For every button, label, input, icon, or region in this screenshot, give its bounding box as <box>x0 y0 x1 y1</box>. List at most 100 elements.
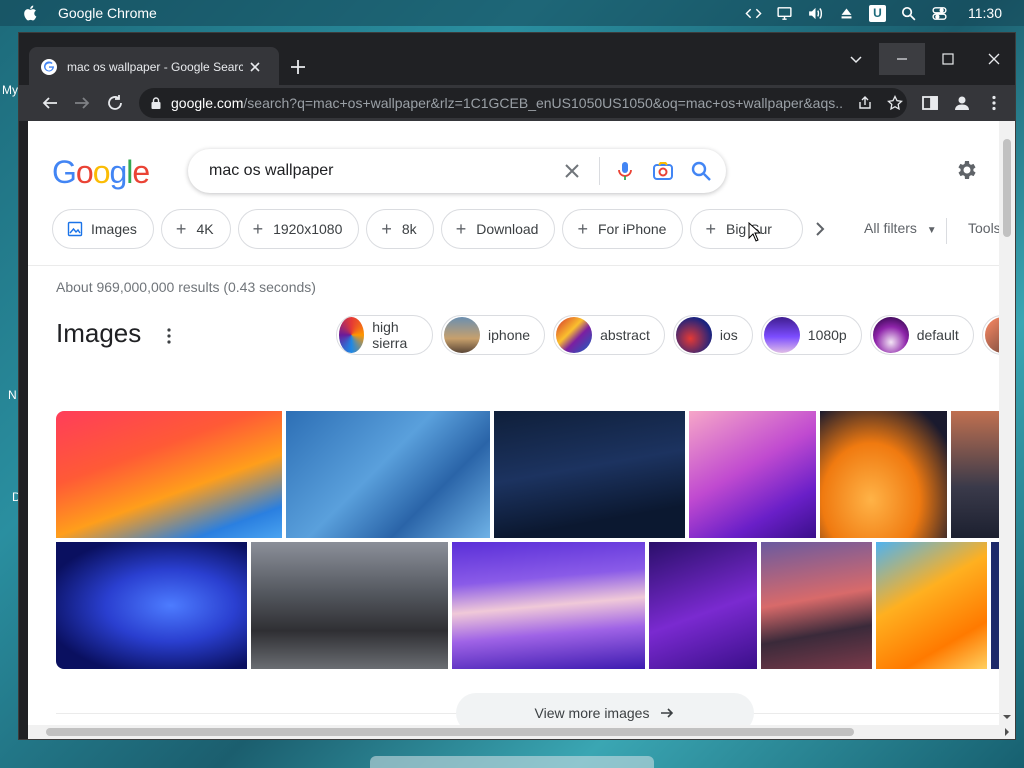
chip-1920x1080[interactable]: +1920x1080 <box>237 209 360 249</box>
related-thumbnail <box>556 317 593 353</box>
scrollbar-thumb[interactable] <box>46 728 854 736</box>
back-button[interactable] <box>39 92 61 114</box>
related-chip-default[interactable]: default <box>869 315 974 355</box>
related-thumbnail <box>339 317 365 353</box>
image-result[interactable] <box>876 542 987 669</box>
chip-for-iphone[interactable]: + For iPhone <box>562 209 684 249</box>
active-app-name[interactable]: Google Chrome <box>58 5 157 21</box>
filters-separator <box>946 218 947 244</box>
display-icon[interactable] <box>776 5 793 22</box>
chip-label: Images <box>91 221 137 237</box>
image-result[interactable] <box>951 411 999 538</box>
all-filters-button[interactable]: All filters ▼ <box>864 220 937 236</box>
volume-icon[interactable] <box>807 5 824 22</box>
new-tab-icon[interactable] <box>289 58 307 76</box>
related-searches: high sierra iphone abstract ios 1080p de… <box>336 315 999 355</box>
image-result[interactable] <box>649 542 757 669</box>
view-more-images-button[interactable]: View more images <box>456 693 754 725</box>
more-vertical-icon <box>992 95 996 111</box>
chip-label: For iPhone <box>597 221 667 237</box>
chip-images[interactable]: Images <box>52 209 154 249</box>
dock[interactable] <box>370 756 654 768</box>
vertical-scrollbar[interactable] <box>999 121 1015 725</box>
image-result[interactable] <box>761 542 872 669</box>
page-content: Google mac os wallpaper Images +4K +1920… <box>28 121 999 725</box>
filter-chips: Images +4K +1920x1080 +8k + Download + For… <box>52 209 803 249</box>
forward-button[interactable] <box>71 92 93 114</box>
scrollbar-thumb[interactable] <box>1003 139 1011 237</box>
image-result[interactable] <box>689 411 816 538</box>
chip-download[interactable]: + Download <box>440 209 556 249</box>
image-result[interactable] <box>286 411 490 538</box>
logo-letter-g: G <box>52 154 77 190</box>
clear-search-icon[interactable] <box>561 160 583 182</box>
minimize-button[interactable] <box>879 43 925 75</box>
chip-4k[interactable]: +4K <box>160 209 231 249</box>
share-icon[interactable] <box>857 95 873 111</box>
close-window-button[interactable] <box>971 43 1015 75</box>
tab-search-button[interactable] <box>833 43 879 75</box>
related-chip-abstract[interactable]: abstract <box>553 315 665 355</box>
related-chip-iphone[interactable]: iphone <box>441 315 546 355</box>
related-label: abstract <box>600 327 650 343</box>
profile-button[interactable] <box>951 92 973 114</box>
image-result[interactable] <box>452 542 645 669</box>
scroll-down-arrow-icon[interactable] <box>1003 715 1011 723</box>
bookmark-star-icon[interactable] <box>887 95 903 111</box>
maximize-button[interactable] <box>925 43 971 75</box>
google-logo[interactable]: Google <box>52 154 150 191</box>
plus-icon: + <box>381 218 392 239</box>
reload-button[interactable] <box>104 92 126 114</box>
image-result[interactable] <box>991 542 999 669</box>
voice-search-icon[interactable] <box>614 160 636 182</box>
close-icon <box>988 53 1000 65</box>
tab-title: mac os wallpaper - Google Search <box>67 60 243 74</box>
related-chip-1080p[interactable]: 1080p <box>760 315 862 355</box>
address-bar[interactable]: google.com/search?q=mac+os+wallpaper&rlz… <box>139 88 907 118</box>
chip-8k[interactable]: +8k <box>366 209 434 249</box>
menubar-clock[interactable]: 11:30 <box>968 5 1002 21</box>
related-label: ios <box>719 327 738 343</box>
related-chip-ios[interactable]: ios <box>672 315 753 355</box>
scroll-right-arrow-icon[interactable] <box>1005 728 1013 736</box>
chip-label: Download <box>476 221 539 237</box>
image-result[interactable] <box>56 542 247 669</box>
side-panel-icon <box>922 96 938 110</box>
image-result[interactable] <box>56 411 282 538</box>
search-query[interactable]: mac os wallpaper <box>209 162 549 180</box>
maximize-icon <box>942 53 954 65</box>
image-result[interactable] <box>820 411 947 538</box>
apple-icon[interactable] <box>22 4 40 22</box>
related-label: iphone <box>488 327 531 343</box>
code-icon[interactable] <box>745 5 762 22</box>
tools-button[interactable]: Tools <box>968 220 999 236</box>
eject-icon[interactable] <box>838 5 855 22</box>
lock-icon[interactable] <box>149 96 163 110</box>
chrome-menu-button[interactable] <box>983 92 1005 114</box>
related-thumbnail <box>675 317 712 353</box>
control-center-icon[interactable] <box>931 5 948 22</box>
related-chip-partial[interactable] <box>981 315 999 355</box>
search-input[interactable]: mac os wallpaper <box>188 149 726 193</box>
plus-icon: + <box>455 218 467 239</box>
related-chip-high-sierra[interactable]: high sierra <box>336 315 434 355</box>
horizontal-scrollbar[interactable] <box>28 725 1015 739</box>
url-text[interactable]: google.com/search?q=mac+os+wallpaper&rlz… <box>171 95 843 111</box>
side-panel-button[interactable] <box>919 92 941 114</box>
logo-letter-g2: g <box>109 154 127 190</box>
lens-search-icon[interactable] <box>652 160 674 182</box>
more-vertical-icon[interactable] <box>164 327 174 345</box>
spotlight-search-icon[interactable] <box>900 5 917 22</box>
chip-label: 1920x1080 <box>273 221 343 237</box>
result-stats: About 969,000,000 results (0.43 seconds) <box>56 279 316 295</box>
chevron-right-icon[interactable] <box>810 219 830 239</box>
search-divider <box>599 157 600 185</box>
u-badge-icon[interactable]: U <box>869 4 886 22</box>
gear-icon[interactable] <box>954 158 978 182</box>
image-result[interactable] <box>251 542 448 669</box>
chip-big-sur[interactable]: + Big Sur <box>690 209 803 249</box>
tab-google-search[interactable]: mac os wallpaper - Google Search <box>29 47 279 87</box>
image-result[interactable] <box>494 411 685 538</box>
close-tab-icon[interactable] <box>247 59 263 75</box>
search-icon[interactable] <box>690 160 712 182</box>
